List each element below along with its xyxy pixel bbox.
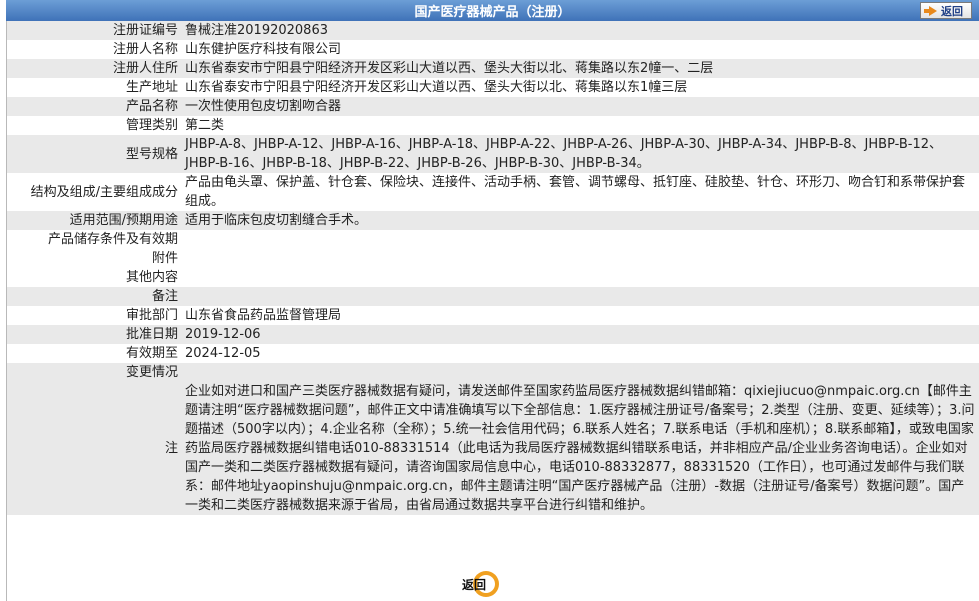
table-row: 适用范围/预期用途 适用于临床包皮切割缝合手术。	[7, 211, 979, 230]
field-label: 管理类别	[7, 116, 181, 135]
table-row: 附件	[7, 249, 979, 268]
table-row: 审批部门 山东省食品药品监督管理局	[7, 306, 979, 325]
note-label: 注	[7, 382, 181, 515]
table-row: 管理类别 第二类	[7, 116, 979, 135]
table-row: 备注	[7, 287, 979, 306]
note-text: 企业如对进口和国产三类医疗器械数据有疑问，请发送邮件至国家药监局医疗器械数据纠错…	[181, 382, 979, 515]
table-row: 结构及组成/主要组成成分 产品由龟头罩、保护盖、针仓套、保险块、连接件、活动手柄…	[7, 173, 979, 211]
page-header: 国产医疗器械产品（注册） 返回	[6, 0, 979, 21]
table-row: 批准日期 2019-12-06	[7, 325, 979, 344]
table-row: 注册人住所 山东省泰安市宁阳县宁阳经济开发区彩山大道以西、堡头大街以北、蒋集路以…	[7, 59, 979, 78]
field-label: 适用范围/预期用途	[7, 211, 181, 230]
field-value: 山东省食品药品监督管理局	[181, 306, 979, 325]
arrow-right-icon	[924, 5, 937, 16]
field-label: 注册证编号	[7, 21, 181, 40]
table-row: 注册证编号 鲁械注准20192020863	[7, 21, 979, 40]
table-row: 注册人名称 山东健护医疗科技有限公司	[7, 40, 979, 59]
field-label: 产品名称	[7, 97, 181, 116]
table-row: 有效期至 2024-12-05	[7, 344, 979, 363]
field-value: JHBP-A-8、JHBP-A-12、JHBP-A-16、JHBP-A-18、J…	[181, 135, 979, 173]
field-value: 2024-12-05	[181, 344, 979, 363]
field-label: 注册人住所	[7, 59, 181, 78]
field-label: 附件	[7, 249, 181, 268]
back-button-bottom[interactable]: 返回	[459, 571, 509, 597]
table-row: 生产地址 山东省泰安市宁阳县宁阳经济开发区彩山大道以西、堡头大街以北、蒋集路以东…	[7, 78, 979, 97]
table-row: 产品储存条件及有效期	[7, 230, 979, 249]
field-value	[181, 268, 979, 287]
field-value: 产品由龟头罩、保护盖、针仓套、保险块、连接件、活动手柄、套管、调节螺母、抵钉座、…	[181, 173, 979, 211]
field-label: 审批部门	[7, 306, 181, 325]
product-info-table: 注册证编号 鲁械注准20192020863 注册人名称 山东健护医疗科技有限公司…	[7, 21, 979, 515]
field-label: 其他内容	[7, 268, 181, 287]
field-label: 变更情况	[7, 363, 181, 382]
table-row: 变更情况	[7, 363, 979, 382]
field-value	[181, 363, 979, 382]
field-label: 注册人名称	[7, 40, 181, 59]
field-value: 第二类	[181, 116, 979, 135]
table-row: 产品名称 一次性使用包皮切割吻合器	[7, 97, 979, 116]
field-label: 结构及组成/主要组成成分	[7, 173, 181, 211]
page-title: 国产医疗器械产品（注册）	[414, 5, 571, 20]
field-label: 产品储存条件及有效期	[7, 230, 181, 249]
note-row: 注 企业如对进口和国产三类医疗器械数据有疑问，请发送邮件至国家药监局医疗器械数据…	[7, 382, 979, 515]
field-value: 山东省泰安市宁阳县宁阳经济开发区彩山大道以西、堡头大街以北、蒋集路以东2幢一、二…	[181, 59, 979, 78]
back-button-label: 返回	[462, 578, 487, 592]
field-value: 2019-12-06	[181, 325, 979, 344]
table-row: 其他内容	[7, 268, 979, 287]
field-value: 适用于临床包皮切割缝合手术。	[181, 211, 979, 230]
table-row: 型号规格 JHBP-A-8、JHBP-A-12、JHBP-A-16、JHBP-A…	[7, 135, 979, 173]
field-label: 批准日期	[7, 325, 181, 344]
field-value: 鲁械注准20192020863	[181, 21, 979, 40]
field-label: 备注	[7, 287, 181, 306]
field-value: 一次性使用包皮切割吻合器	[181, 97, 979, 116]
field-value	[181, 230, 979, 249]
back-button-top[interactable]: 返回	[920, 2, 972, 19]
field-label: 生产地址	[7, 78, 181, 97]
field-value: 山东健护医疗科技有限公司	[181, 40, 979, 59]
field-value: 山东省泰安市宁阳县宁阳经济开发区彩山大道以西、堡头大街以北、蒋集路以东1幢三层	[181, 78, 979, 97]
field-label: 型号规格	[7, 135, 181, 173]
back-button-label: 返回	[941, 4, 963, 18]
field-label: 有效期至	[7, 344, 181, 363]
field-value	[181, 249, 979, 268]
field-value	[181, 287, 979, 306]
